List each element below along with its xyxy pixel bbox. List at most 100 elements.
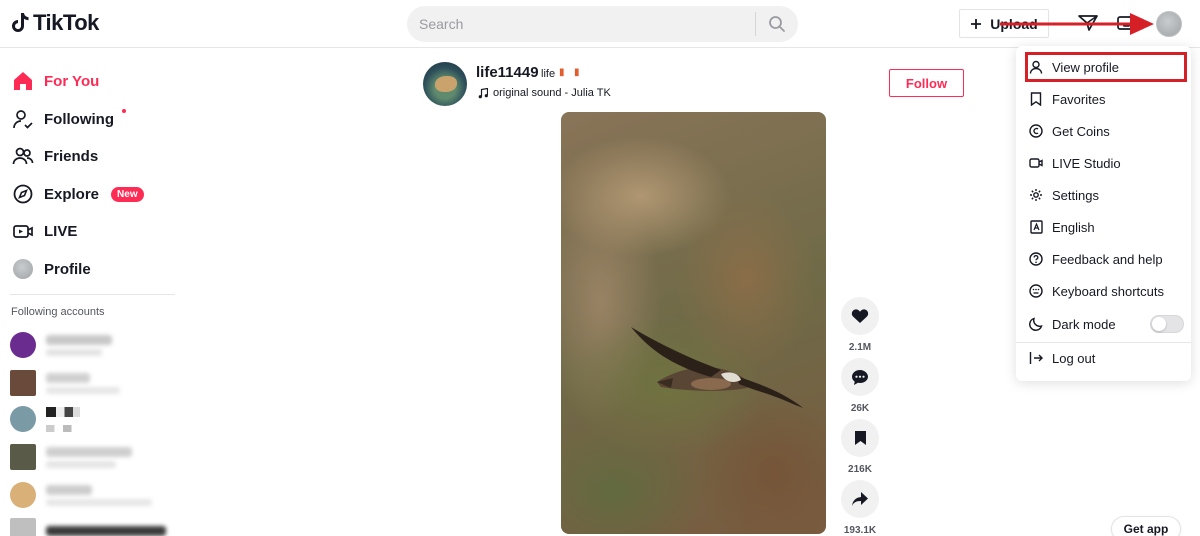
home-icon: [12, 70, 34, 92]
like-button[interactable]: [841, 297, 879, 335]
sidebar-item-live[interactable]: LIVE: [12, 216, 77, 246]
tiktok-logo-icon: [12, 13, 29, 32]
menu-item-label: View profile: [1052, 59, 1119, 75]
account-name-blurred: [46, 526, 166, 536]
menu-item-label: Log out: [1052, 350, 1096, 366]
search-icon: [769, 16, 785, 32]
menu-item-keyboard-shortcuts[interactable]: Keyboard shortcuts: [1016, 275, 1191, 307]
following-icon: [12, 108, 34, 130]
comment-button[interactable]: [841, 358, 879, 396]
save-button[interactable]: [841, 419, 879, 457]
menu-item-label: Keyboard shortcuts: [1052, 283, 1165, 299]
account-name-blurred: [46, 334, 112, 356]
profile-avatar-button[interactable]: [1156, 11, 1182, 37]
share-action[interactable]: 193.1K: [841, 480, 879, 536]
gear-icon: [1029, 188, 1043, 202]
search-bar: [407, 6, 798, 42]
heart-icon: [851, 309, 869, 323]
sidebar-item-label: Profile: [44, 260, 91, 278]
account-avatar: [10, 518, 36, 536]
account-name-blurred: [46, 372, 120, 394]
live-studio-icon: [1029, 156, 1043, 170]
tiktok-logo[interactable]: TikTok: [10, 10, 99, 36]
moon-icon: [1029, 317, 1043, 331]
sidebar-item-following[interactable]: Following: [12, 104, 126, 134]
sidebar-item-profile[interactable]: Profile: [12, 254, 91, 284]
logo-text: TikTok: [33, 10, 99, 35]
sidebar-item-for-you[interactable]: For You: [12, 66, 99, 96]
notification-dot: [122, 109, 126, 113]
sidebar: For You Following Friends Explore New LI…: [0, 48, 180, 536]
sidebar-item-explore[interactable]: Explore New: [12, 179, 144, 209]
video-player[interactable]: [561, 112, 826, 534]
sidebar-divider: [10, 294, 175, 295]
menu-item-feedback[interactable]: Feedback and help: [1016, 243, 1191, 275]
share-count: 193.1K: [843, 525, 877, 536]
search-input[interactable]: [407, 6, 755, 42]
sock-emoji-icon: ▮: [559, 67, 565, 78]
profile-dropdown-menu: View profile Favorites Get Coins LIVE St…: [1016, 46, 1191, 381]
share-button[interactable]: [841, 480, 879, 518]
plus-icon: [971, 18, 982, 29]
get-app-button[interactable]: Get app: [1111, 516, 1181, 536]
menu-item-live-studio[interactable]: LIVE Studio: [1016, 147, 1191, 179]
follow-button[interactable]: Follow: [889, 69, 964, 97]
menu-item-label: Feedback and help: [1052, 251, 1163, 267]
sidebar-item-label: Explore: [44, 185, 100, 203]
like-count: 2.1M: [848, 342, 872, 353]
menu-item-label: Get Coins: [1052, 123, 1110, 139]
following-account-item[interactable]: [10, 370, 120, 396]
like-action[interactable]: 2.1M: [841, 297, 879, 353]
sidebar-item-label: Friends: [44, 147, 99, 165]
account-name-blurred: [46, 406, 80, 432]
comment-count: 26K: [850, 403, 870, 414]
comment-action[interactable]: 26K: [841, 358, 879, 414]
account-avatar: [10, 444, 36, 470]
avatar-icon: [12, 258, 34, 280]
coin-icon: [1029, 124, 1043, 138]
sidebar-item-friends[interactable]: Friends: [12, 141, 98, 171]
menu-item-label: Favorites: [1052, 91, 1106, 107]
comment-icon: [852, 369, 868, 385]
following-account-item[interactable]: [10, 406, 80, 432]
following-account-item[interactable]: [10, 444, 132, 470]
save-action[interactable]: 216K: [841, 419, 879, 475]
tiktok-page: TikTok Upload: [0, 0, 1200, 536]
following-account-item[interactable]: [10, 332, 112, 358]
menu-item-language[interactable]: English: [1016, 211, 1191, 243]
logout-icon: [1029, 351, 1043, 365]
account-name-blurred: [46, 484, 152, 506]
search-button[interactable]: [756, 6, 798, 42]
post-nickname[interactable]: life: [541, 68, 555, 80]
post-author-avatar[interactable]: [423, 62, 467, 106]
annotation-arrow-icon: [1000, 13, 1154, 35]
post-username[interactable]: life11449: [476, 64, 539, 81]
menu-item-view-profile[interactable]: View profile: [1025, 52, 1187, 82]
menu-item-label: Dark mode: [1052, 316, 1116, 332]
compass-icon: [12, 183, 34, 205]
language-icon: [1029, 220, 1043, 234]
account-avatar: [10, 332, 36, 358]
account-name-blurred: [46, 446, 132, 468]
sidebar-item-label: For You: [44, 72, 100, 90]
sidebar-item-label: Following: [44, 110, 114, 128]
menu-item-settings[interactable]: Settings: [1016, 179, 1191, 211]
menu-item-log-out[interactable]: Log out: [1016, 342, 1191, 374]
following-account-item[interactable]: [10, 482, 152, 508]
save-count: 216K: [848, 464, 872, 475]
keyboard-icon: [1029, 284, 1043, 298]
sidebar-item-label: LIVE: [44, 222, 78, 240]
menu-item-favorites[interactable]: Favorites: [1016, 83, 1191, 115]
bookmark-icon: [854, 431, 866, 445]
friends-icon: [12, 145, 34, 167]
user-icon: [1029, 60, 1043, 74]
menu-item-dark-mode: Dark mode: [1016, 308, 1191, 340]
account-avatar: [10, 406, 36, 432]
sock-emoji-icon: ▮: [574, 67, 580, 78]
following-account-item[interactable]: [10, 518, 166, 536]
following-accounts-title: Following accounts: [11, 306, 105, 318]
dark-mode-toggle[interactable]: [1150, 315, 1184, 333]
menu-item-get-coins[interactable]: Get Coins: [1016, 115, 1191, 147]
sound-link[interactable]: original sound - Julia TK: [478, 87, 611, 99]
share-icon: [852, 492, 868, 506]
